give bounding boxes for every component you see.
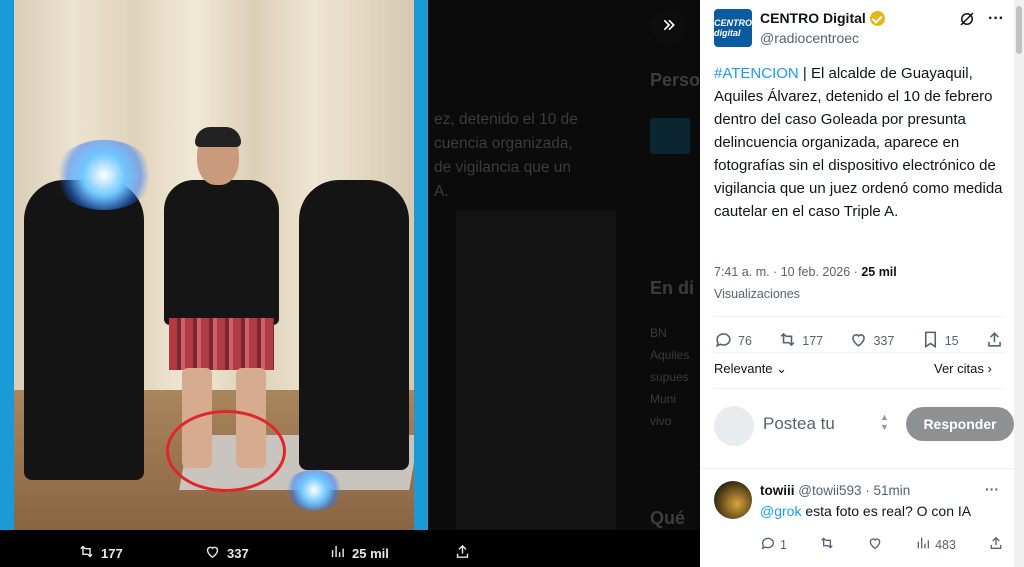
comment-avatar[interactable] [714, 481, 752, 519]
media-views-button[interactable]: 25 mil [329, 543, 389, 563]
double-chevron-right-icon [661, 17, 677, 38]
scrollbar[interactable] [1014, 0, 1024, 567]
grok-icon[interactable] [958, 10, 976, 33]
comment-like-button[interactable] [867, 535, 883, 554]
divider [714, 352, 1004, 353]
background-snippet: ez, detenido el 10 de cuencia organizada… [434, 111, 578, 200]
heart-icon [849, 330, 868, 352]
views-chart-icon [329, 543, 346, 563]
reply-input[interactable]: Postea tu [763, 414, 835, 434]
media-viewer: ez, detenido el 10 de cuencia organizada… [0, 0, 1024, 567]
views-chart-icon [915, 535, 931, 554]
photo-officer-left [24, 180, 144, 480]
photo-man-shorts [169, 318, 274, 370]
comment-views-button[interactable]: 483 [915, 535, 956, 554]
comment-share-button[interactable] [988, 535, 1004, 554]
share-icon [985, 330, 1004, 352]
tweet-timestamp[interactable]: 7:41 a. m. · 10 feb. 2026 · [714, 265, 861, 279]
scrollbar-thumb[interactable] [1016, 6, 1022, 54]
reply-button[interactable]: 76 [714, 330, 752, 352]
comment-actions: 1 483 [760, 535, 1004, 554]
background-heading: En di [650, 278, 694, 298]
retweet-icon [778, 330, 797, 352]
comment-reply-button[interactable]: 1 [760, 535, 787, 554]
tweet-detail-panel: CENTRO digital CENTRO Digital @radiocent… [700, 0, 1014, 567]
media-like-button[interactable]: 337 [204, 543, 249, 563]
input-scroll-arrows-icon[interactable]: ▲ ▼ [880, 412, 889, 432]
heart-icon [204, 543, 221, 563]
retweet-icon [819, 535, 835, 554]
reply-icon [714, 330, 733, 352]
tweet-photo[interactable] [0, 0, 428, 530]
divider [714, 388, 1004, 389]
photo-man-hair [195, 127, 241, 147]
verified-badge-icon [869, 10, 885, 26]
tweet-header-actions: ··· [958, 10, 1004, 33]
share-icon [454, 543, 471, 563]
background-page: ez, detenido el 10 de cuencia organizada… [420, 0, 700, 567]
reply-icon [760, 535, 776, 554]
chevron-down-icon: ⌄ [776, 361, 788, 376]
view-quotes-link[interactable]: Ver citas › [934, 361, 992, 376]
background-trend-list: BN Aquiles supues Muni vivo [650, 326, 690, 428]
retweet-button[interactable]: 177 [778, 330, 823, 352]
photo-blue-light [54, 140, 154, 210]
share-icon [988, 535, 1004, 554]
user-avatar [714, 406, 754, 446]
comment-text: @grok esta foto es real? O con IA [760, 503, 972, 519]
heart-icon [867, 535, 883, 554]
views-label: Visualizaciones [714, 287, 800, 301]
retweet-icon [78, 543, 95, 563]
collapse-panel-button[interactable] [651, 9, 687, 45]
comment-handle-time[interactable]: @towii593 · 51min [798, 483, 910, 498]
background-heading: Perso [650, 70, 701, 90]
red-circle-annotation [166, 410, 286, 492]
more-options-icon[interactable]: ··· [988, 10, 1004, 33]
view-count: 25 mil [861, 265, 897, 279]
comment-retweet-button[interactable] [819, 535, 835, 554]
background-thumbnail [650, 118, 690, 154]
media-share-button[interactable] [454, 543, 471, 563]
share-button[interactable] [985, 330, 1004, 352]
chevron-right-icon: › [987, 361, 992, 376]
tweet-body: | El alcalde de Guayaquil, Aquiles Álvar… [714, 65, 1003, 220]
photo-blue-light [284, 470, 344, 510]
more-options-icon[interactable]: ··· [985, 481, 999, 497]
like-button[interactable]: 337 [849, 330, 894, 352]
mention-link[interactable]: @grok [760, 503, 801, 519]
bookmark-icon [921, 330, 940, 352]
divider [700, 468, 1014, 469]
bookmark-button[interactable]: 15 [921, 330, 959, 352]
tweet-actions: 76 177 337 15 [714, 330, 1004, 352]
account-name[interactable]: CENTRO Digital [760, 10, 885, 26]
comment-author[interactable]: towiii [760, 483, 795, 498]
photo-scene [14, 0, 414, 530]
comment-header: towiii @towii593 · 51min [760, 483, 910, 498]
reply-composer: Postea tu ▲ ▼ Responder [714, 400, 1014, 446]
account-handle[interactable]: @radiocentroec [760, 30, 859, 46]
tweet-meta: 7:41 a. m. · 10 feb. 2026 · 25 mil Visua… [714, 261, 897, 305]
background-image [456, 210, 616, 530]
sort-dropdown[interactable]: Relevante ⌄ [714, 361, 787, 377]
media-retweet-button[interactable]: 177 [78, 543, 123, 563]
divider [714, 316, 1004, 317]
hashtag-link[interactable]: #ATENCION [714, 65, 799, 82]
photo-man-shirt [164, 180, 279, 325]
reply-submit-button[interactable]: Responder [906, 407, 1014, 441]
photo-officer-right [299, 180, 409, 470]
account-avatar[interactable]: CENTRO digital [714, 9, 752, 47]
tweet-text: #ATENCION | El alcalde de Guayaquil, Aqu… [714, 62, 1006, 223]
